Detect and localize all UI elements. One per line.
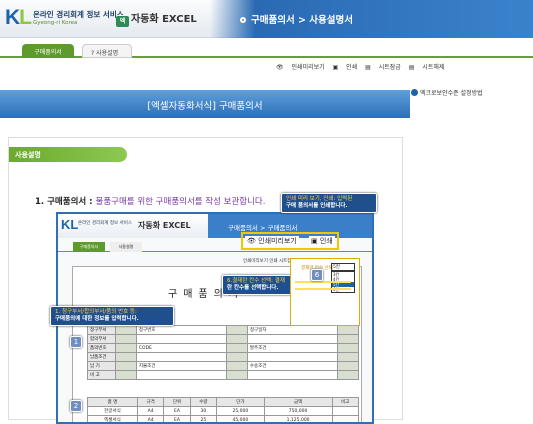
form-cell: [247, 371, 337, 380]
form-cell: 비 고: [88, 371, 116, 380]
line-cell[interactable]: 25,000: [217, 407, 265, 416]
step-1: 1. 구매품의서 : 물품구매를 위한 구매품의서를 작성 보관합니다.: [35, 195, 265, 207]
product-name: 엑자동화 EXCEL: [116, 10, 197, 27]
form-cell[interactable]: [227, 335, 248, 344]
line-cell[interactable]: 30: [190, 407, 216, 416]
callout-request-info: 1. 청구부서/합의부서/품의 번호 등:구매품의에 대한 정보를 입력합니다.: [50, 306, 174, 326]
form-cell: [247, 335, 337, 344]
tab-purchase-request[interactable]: 구매품의서: [22, 44, 74, 58]
section-header: 사용설명: [9, 147, 127, 162]
sheet-lock-button[interactable]: ▤ 시트잠금: [365, 64, 401, 71]
kl-logo[interactable]: KL: [5, 6, 31, 30]
line-cell[interactable]: [332, 407, 358, 416]
form-cell: [136, 335, 226, 344]
form-cell[interactable]: [116, 362, 137, 371]
form-cell: 합의부서: [88, 335, 116, 344]
service-name: 온라인 경리회계 정보 서비스: [33, 9, 124, 20]
form-row: 품의번호 CODE 발주조건: [88, 344, 359, 353]
form-cell[interactable]: [338, 326, 359, 335]
approval-slot-selector-zoom: 결재란 칸수 선택 5칸 3칸4칸5칸6칸: [290, 258, 360, 326]
form-cell[interactable]: [338, 353, 359, 362]
callout-print: 인쇄 미리 보기, 인쇄: 입력된구매 품의서를 인쇄합니다.: [281, 193, 377, 213]
form-cell[interactable]: [227, 362, 248, 371]
print-preview-button[interactable]: 👁 인쇄미리보기: [276, 64, 325, 71]
line-cell[interactable]: EA: [164, 407, 190, 416]
marker-6: 6: [311, 269, 323, 281]
inner-tab-guide: 사용설명: [110, 242, 142, 252]
content-title-band: [엑셀자동화서식] 구매품의서: [0, 90, 410, 118]
page-title: 구매품의서 > 사용설명서: [240, 12, 353, 26]
form-cell[interactable]: [116, 326, 137, 335]
line-row: 한글서식A4EA3025,000750,000: [88, 407, 359, 416]
print-button-zoom: ▣ 인쇄: [309, 236, 335, 246]
form-cell: 청구일자: [247, 326, 337, 335]
form-cell: 납 기: [88, 362, 116, 371]
form-cell[interactable]: [227, 353, 248, 362]
form-cell: [136, 353, 226, 362]
toolbar: 👁 인쇄미리보기 ▣ 인쇄 ▤ 시트잠금 ▤ 시트해제: [270, 62, 444, 71]
form-info-table: 청구부서 청구번호 청구일자합의부서품의번호 CODE 발주조건납품조건납 기 지불조건 수…: [87, 325, 359, 380]
marker-2: 2: [70, 400, 82, 412]
form-cell: [136, 371, 226, 380]
inner-service-name: 온라인 경리회계 정보 서비스: [78, 220, 132, 226]
form-cell[interactable]: [338, 335, 359, 344]
form-cell: 발주조건: [247, 344, 337, 353]
line-cell[interactable]: A4: [137, 407, 163, 416]
form-cell: 지불조건: [136, 362, 226, 371]
excel-icon: 엑: [116, 16, 129, 27]
form-cell[interactable]: [227, 371, 248, 380]
form-cell: 품의번호: [88, 344, 116, 353]
form-cell[interactable]: [116, 335, 137, 344]
macro-security-help-link[interactable]: 엑크로보안수준 설정방법: [411, 88, 483, 97]
bullet-icon: [240, 17, 246, 23]
form-cell[interactable]: [116, 371, 137, 380]
form-cell[interactable]: [116, 353, 137, 362]
form-cell[interactable]: [338, 344, 359, 353]
form-cell: 납품조건: [88, 353, 116, 362]
form-row: 비 고: [88, 371, 359, 380]
form-cell[interactable]: [338, 362, 359, 371]
service-sub: Gyeong-ri Korea: [33, 20, 77, 26]
tab-bar: 구매품의서 ? 사용설명: [0, 38, 533, 58]
line-header-cell: 비고: [332, 398, 358, 407]
highlight-stripe: [295, 281, 351, 283]
marker-1: 1: [70, 336, 82, 348]
inner-product: 자동화 EXCEL: [138, 220, 191, 231]
form-cell[interactable]: [338, 371, 359, 380]
form-row: 납 기 지불조건 수송조건: [88, 362, 359, 371]
header: KL 온라인 경리회계 정보 서비스 Gyeong-ri Korea 엑자동화 …: [0, 0, 533, 38]
line-header-cell: 금액: [264, 398, 332, 407]
line-header-row: 품 명규격단위수량단가금액비고: [88, 398, 359, 407]
form-row: 합의부서: [88, 335, 359, 344]
approval-slot-select[interactable]: 5칸: [331, 263, 355, 271]
callout-approval-slots: 6.결재란 칸수 선택: 결재란 칸수를 선택합니다.: [222, 275, 300, 295]
line-cell[interactable]: 한글서식: [88, 407, 138, 416]
inner-logo: KL: [61, 217, 78, 232]
line-header-cell: 품 명: [88, 398, 138, 407]
inner-tab-purchase: 구매품의서: [73, 242, 105, 252]
sheet-unlock-button[interactable]: ▤ 시트해제: [409, 64, 445, 71]
form-cell: 청구부서: [88, 326, 116, 335]
form-cell[interactable]: [227, 326, 248, 335]
line-header-cell: 수량: [190, 398, 216, 407]
form-cell: [247, 353, 337, 362]
form-cell[interactable]: [227, 344, 248, 353]
line-cell[interactable]: 750,000: [264, 407, 332, 416]
line-header-cell: 규격: [137, 398, 163, 407]
line-header-cell: 단가: [217, 398, 265, 407]
preview-button-zoom: 👁 인쇄미리보기: [245, 236, 299, 246]
help-icon: [411, 89, 418, 96]
form-cell: 수송조건: [247, 362, 337, 371]
highlight-stripe: [295, 288, 351, 290]
print-button[interactable]: ▣ 인쇄: [333, 64, 358, 71]
tab-usage-guide[interactable]: ? 사용설명: [82, 44, 132, 58]
line-header-cell: 단위: [164, 398, 190, 407]
form-cell: 청구번호: [136, 326, 226, 335]
form-row: 납품조건: [88, 353, 359, 362]
form-cell: CODE: [136, 344, 226, 353]
form-cell[interactable]: [116, 344, 137, 353]
form-row: 청구부서 청구번호 청구일자: [88, 326, 359, 335]
